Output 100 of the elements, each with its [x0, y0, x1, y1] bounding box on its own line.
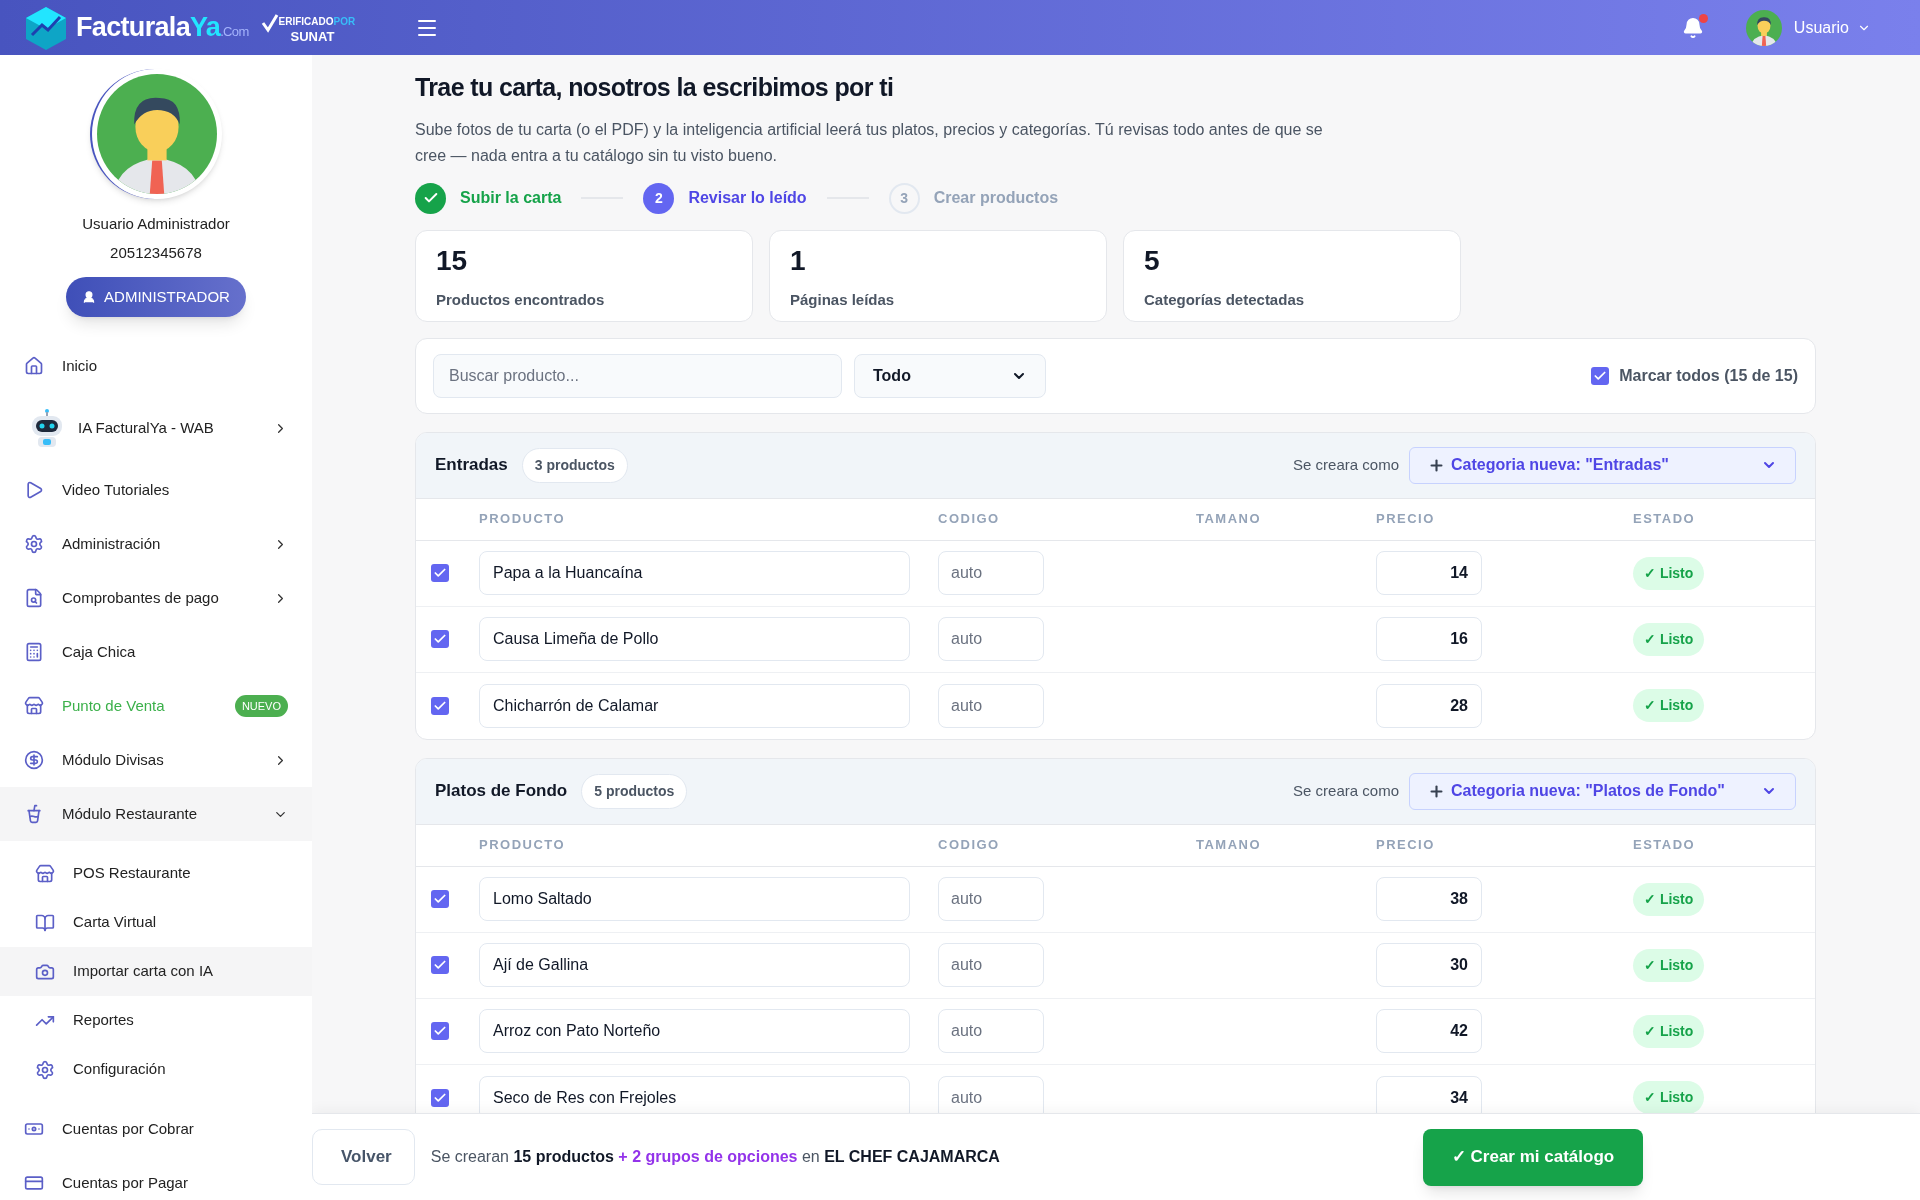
- sidebar-item[interactable]: Cuentas por Cobrar: [0, 1102, 312, 1156]
- plus-icon: [1428, 782, 1445, 800]
- sidebar-item[interactable]: Comprobantes de pago: [0, 571, 312, 625]
- search-field[interactable]: Buscar producto...: [433, 353, 842, 398]
- stat-label: Categorías detectadas: [1144, 289, 1306, 310]
- logo-icon: [24, 4, 68, 51]
- code-field[interactable]: auto: [938, 943, 1044, 987]
- role-button[interactable]: ADMINISTRADOR: [66, 277, 246, 317]
- checkbox[interactable]: [431, 1022, 449, 1040]
- stat-label: Páginas leídas: [790, 289, 896, 310]
- gear-icon: [24, 534, 44, 554]
- step-number: 3: [888, 182, 920, 214]
- product-field[interactable]: Seco de Res con Frejoles: [479, 1075, 910, 1113]
- page-description: Sube fotos de tu carta (o el PDF) y la inteligencia artificial leerá tus platos, precios y categorías. Tú revisas todo antes de que se cree — nada entra a tu catálogo sin tu visto bueno.: [415, 119, 1324, 166]
- code-field[interactable]: auto: [938, 617, 1044, 661]
- code-field[interactable]: auto: [938, 877, 1044, 921]
- code-field[interactable]: auto: [938, 683, 1044, 728]
- count-badge: 3 productos: [521, 447, 628, 483]
- sidebar-item[interactable]: Administración: [0, 517, 312, 571]
- checkbox[interactable]: [431, 696, 449, 715]
- status-badge: ✓ Listo: [1633, 1014, 1705, 1048]
- product-field[interactable]: Lomo Saltado: [479, 877, 910, 921]
- step-label: Subir la carta: [460, 188, 562, 208]
- checkbox[interactable]: [1591, 366, 1610, 385]
- back-button[interactable]: Volver: [312, 1129, 415, 1185]
- stat-value: 1: [790, 246, 807, 275]
- column-header: CODIGO: [938, 510, 1000, 529]
- sidebar-item[interactable]: Caja Chica: [0, 625, 312, 679]
- category-select[interactable]: Todo: [854, 353, 1046, 398]
- check-icon: [433, 566, 447, 580]
- status-badge: ✓ Listo: [1633, 1081, 1705, 1113]
- code-field[interactable]: auto: [938, 1009, 1044, 1053]
- code-field[interactable]: auto: [938, 551, 1044, 595]
- home-icon: [24, 356, 44, 376]
- step-label: Revisar lo leído: [688, 188, 807, 208]
- plus-icon: [1428, 456, 1445, 474]
- product-field[interactable]: Causa Limeña de Pollo: [479, 617, 910, 661]
- price-field[interactable]: 14: [1376, 551, 1482, 595]
- count-badge: 5 productos: [581, 773, 688, 809]
- price-field[interactable]: 16: [1376, 617, 1482, 661]
- logo-text: FacturalaYa.Com: [76, 11, 249, 45]
- status-badge: ✓ Listo: [1633, 689, 1705, 722]
- create-as-label: Se creara como: [1293, 780, 1399, 801]
- card-icon: [24, 1173, 44, 1193]
- submenu-item[interactable]: Importar carta con IA: [0, 947, 312, 996]
- column-header: PRECIO: [1376, 510, 1435, 529]
- step-number: 2: [643, 182, 675, 214]
- check-icon: [433, 632, 447, 646]
- category-name: Entradas: [435, 454, 508, 477]
- sidebar-item[interactable]: Inicio: [0, 339, 312, 393]
- status-badge: ✓ Listo: [1633, 556, 1705, 590]
- product-field[interactable]: Papa a la Huancaína: [479, 551, 910, 595]
- sidebar-item[interactable]: IA FacturalYa - WAB: [0, 393, 312, 463]
- sidebar-item[interactable]: Módulo Restaurante: [0, 787, 312, 841]
- column-header: TAMANO: [1196, 510, 1262, 529]
- stat-label: Productos encontrados: [436, 289, 606, 310]
- check-icon: [260, 12, 279, 33]
- page-title: Trae tu carta, nosotros la escribimos por ti: [415, 72, 895, 103]
- submenu-item[interactable]: Reportes: [0, 996, 312, 1045]
- product-field[interactable]: Chicharrón de Calamar: [479, 683, 910, 728]
- target-category-select[interactable]: Categoria nueva: "Entradas": [1409, 446, 1796, 484]
- status-badge: ✓ Listo: [1633, 948, 1705, 982]
- checkbox[interactable]: [431, 956, 449, 974]
- dollar-icon: [24, 750, 44, 770]
- checkbox[interactable]: [431, 564, 449, 582]
- target-category-select[interactable]: Categoria nueva: "Platos de Fondo": [1409, 772, 1796, 810]
- product-field[interactable]: Arroz con Pato Norteño: [479, 1009, 910, 1053]
- create-as-label: Se creara como: [1293, 454, 1399, 475]
- gear-icon: [35, 1059, 55, 1080]
- checkbox[interactable]: [431, 1088, 449, 1107]
- price-field[interactable]: 42: [1376, 1009, 1482, 1053]
- stat-value: 15: [436, 246, 469, 275]
- price-field[interactable]: 38: [1376, 877, 1482, 921]
- notification-icon[interactable]: [1681, 16, 1704, 39]
- check-icon: [433, 958, 447, 972]
- price-field[interactable]: 34: [1376, 1075, 1482, 1113]
- submenu-item[interactable]: POS Restaurante: [0, 849, 312, 898]
- step-label: Crear productos: [933, 188, 1059, 208]
- checkbox[interactable]: [431, 630, 449, 648]
- checkbox[interactable]: [431, 890, 449, 908]
- status-badge: ✓ Listo: [1633, 882, 1705, 916]
- sunat-label: SUNAT: [290, 29, 336, 43]
- new-badge: NUEVO: [234, 694, 288, 718]
- code-field[interactable]: auto: [938, 1075, 1044, 1113]
- play-icon: [24, 480, 44, 500]
- product-field[interactable]: Ají de Gallina: [479, 943, 910, 987]
- cup-icon: [24, 804, 44, 824]
- column-header: ESTADO: [1633, 510, 1696, 529]
- submenu-item[interactable]: Carta Virtual: [0, 898, 312, 947]
- column-header: ESTADO: [1633, 836, 1696, 855]
- column-header: TAMANO: [1196, 836, 1262, 855]
- price-field[interactable]: 30: [1376, 943, 1482, 987]
- sidebar-item[interactable]: Cuentas por Pagar: [0, 1156, 312, 1200]
- price-field[interactable]: 28: [1376, 683, 1482, 728]
- category-name: Platos de Fondo: [435, 780, 568, 803]
- user-menu[interactable]: Usuario: [1793, 15, 1871, 40]
- sidebar-item[interactable]: Video Tutoriales: [0, 463, 312, 517]
- sidebar-item[interactable]: Módulo Divisas: [0, 733, 312, 787]
- submenu-item[interactable]: Configuración: [0, 1045, 312, 1094]
- user-avatar: [1745, 9, 1782, 46]
